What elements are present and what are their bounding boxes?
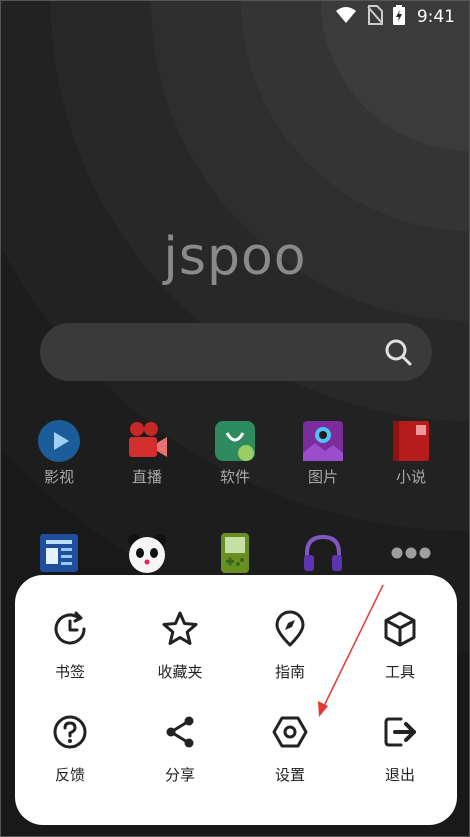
- app-label: 直播: [131, 468, 162, 486]
- menu-label: 分享: [164, 766, 195, 784]
- video-play-icon: [37, 419, 81, 463]
- app-item-novel[interactable]: 小说: [367, 419, 455, 487]
- history-clock-icon: [50, 609, 90, 649]
- app-logo: jspoo: [163, 227, 307, 287]
- app-label: 软件: [219, 468, 250, 486]
- menu-item-feedback[interactable]: 反馈: [15, 712, 125, 785]
- menu-item-tools[interactable]: 工具: [345, 609, 455, 682]
- menu-label: 指南: [274, 663, 305, 681]
- compass-pin-icon: [270, 609, 310, 649]
- app-grid: 影视 直播 软件 图片 小说: [15, 419, 457, 599]
- app-label: 小说: [395, 468, 426, 486]
- menu-item-settings[interactable]: 设置: [235, 712, 345, 785]
- anime-panda-icon: [125, 531, 169, 575]
- status-time: 9:41: [416, 7, 455, 27]
- menu-item-guide[interactable]: 指南: [235, 609, 345, 682]
- search-icon[interactable]: [384, 338, 412, 370]
- menu-item-favorites[interactable]: 收藏夹: [125, 609, 235, 682]
- menu-bottom-sheet: 书签 收藏夹 指南 工具 反馈 分享 设置 退出: [15, 575, 457, 825]
- menu-label: 收藏夹: [157, 663, 203, 681]
- exit-icon: [380, 712, 420, 752]
- live-camera-icon: [125, 419, 169, 463]
- status-bar: 9:41: [1, 1, 469, 33]
- more-dots-icon: [389, 531, 433, 575]
- app-label: 影视: [43, 468, 74, 486]
- menu-label: 反馈: [54, 766, 85, 784]
- app-label: 图片: [307, 468, 338, 486]
- star-icon: [160, 609, 200, 649]
- gameboy-icon: [213, 531, 257, 575]
- menu-label: 设置: [274, 766, 305, 784]
- app-item-live[interactable]: 直播: [103, 419, 191, 487]
- app-item-video[interactable]: 影视: [15, 419, 103, 487]
- cube-icon: [380, 609, 420, 649]
- app-item-software[interactable]: 软件: [191, 419, 279, 487]
- app-item-pictures[interactable]: 图片: [279, 419, 367, 487]
- no-sim-icon: [367, 5, 383, 29]
- home-screen: 9:41 jspoo 影视 直播 软件 图片 小说 书签 收藏夹 指南 工具 反…: [0, 0, 470, 837]
- menu-item-bookmarks[interactable]: 书签: [15, 609, 125, 682]
- menu-item-exit[interactable]: 退出: [345, 712, 455, 785]
- news-icon: [37, 531, 81, 575]
- novel-book-icon: [389, 419, 433, 463]
- menu-item-share[interactable]: 分享: [125, 712, 235, 785]
- search-bar[interactable]: [40, 323, 432, 381]
- help-circle-icon: [50, 712, 90, 752]
- wifi-icon: [335, 6, 357, 28]
- menu-label: 书签: [54, 663, 85, 681]
- share-icon: [160, 712, 200, 752]
- menu-grid: 书签 收藏夹 指南 工具 反馈 分享 设置 退出: [15, 609, 457, 785]
- headphones-icon: [301, 531, 345, 575]
- battery-charging-icon: [392, 5, 405, 29]
- android-store-icon: [213, 419, 257, 463]
- picture-monster-icon: [301, 419, 345, 463]
- menu-label: 退出: [384, 766, 415, 784]
- settings-hexagon-icon: [270, 712, 310, 752]
- menu-label: 工具: [384, 663, 415, 681]
